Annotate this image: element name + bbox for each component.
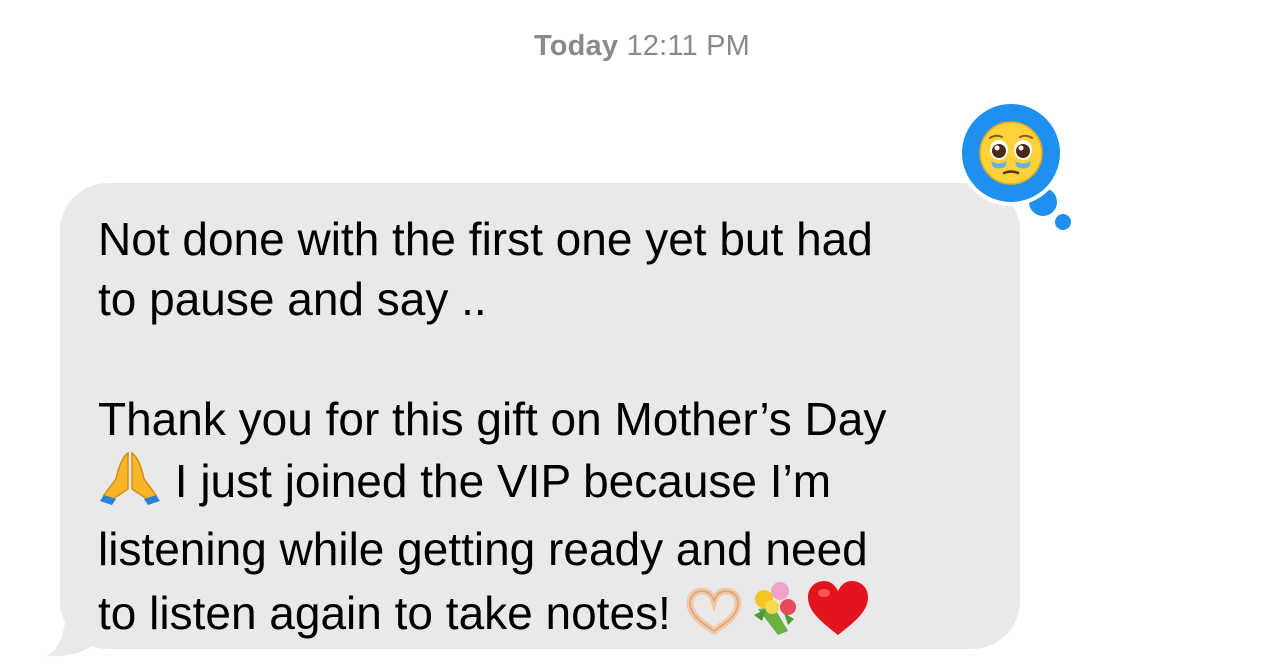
red-heart-icon (806, 579, 870, 651)
message-line: I just joined the VIP because I’m (162, 455, 832, 507)
timestamp: Today 12:11 PM (0, 30, 1284, 63)
pleading-face-icon (979, 121, 1043, 185)
message-thread: Today 12:11 PM Not done with the first o… (0, 0, 1284, 670)
timestamp-day: Today (533, 30, 619, 62)
timestamp-time: 12:11 PM (626, 30, 751, 62)
message-line: Not done with the first one yet but had (98, 213, 873, 265)
tapback-dot-small (1055, 214, 1071, 230)
bouquet-icon (744, 579, 806, 651)
folded-hands-icon (98, 449, 162, 519)
message-line: to pause and say .. (98, 273, 487, 325)
received-message-bubble[interactable]: Not done with the first one yet but had … (60, 183, 1020, 649)
message-text: Not done with the first one yet but had … (98, 209, 990, 651)
message-line: listening while getting ready and need (98, 523, 868, 575)
heart-hands-icon (684, 587, 744, 651)
message-line: Thank you for this gift on Mother’s Day (98, 393, 887, 445)
tapback-reaction[interactable] (958, 100, 1064, 206)
message-line: to listen again to take notes! (98, 587, 684, 639)
